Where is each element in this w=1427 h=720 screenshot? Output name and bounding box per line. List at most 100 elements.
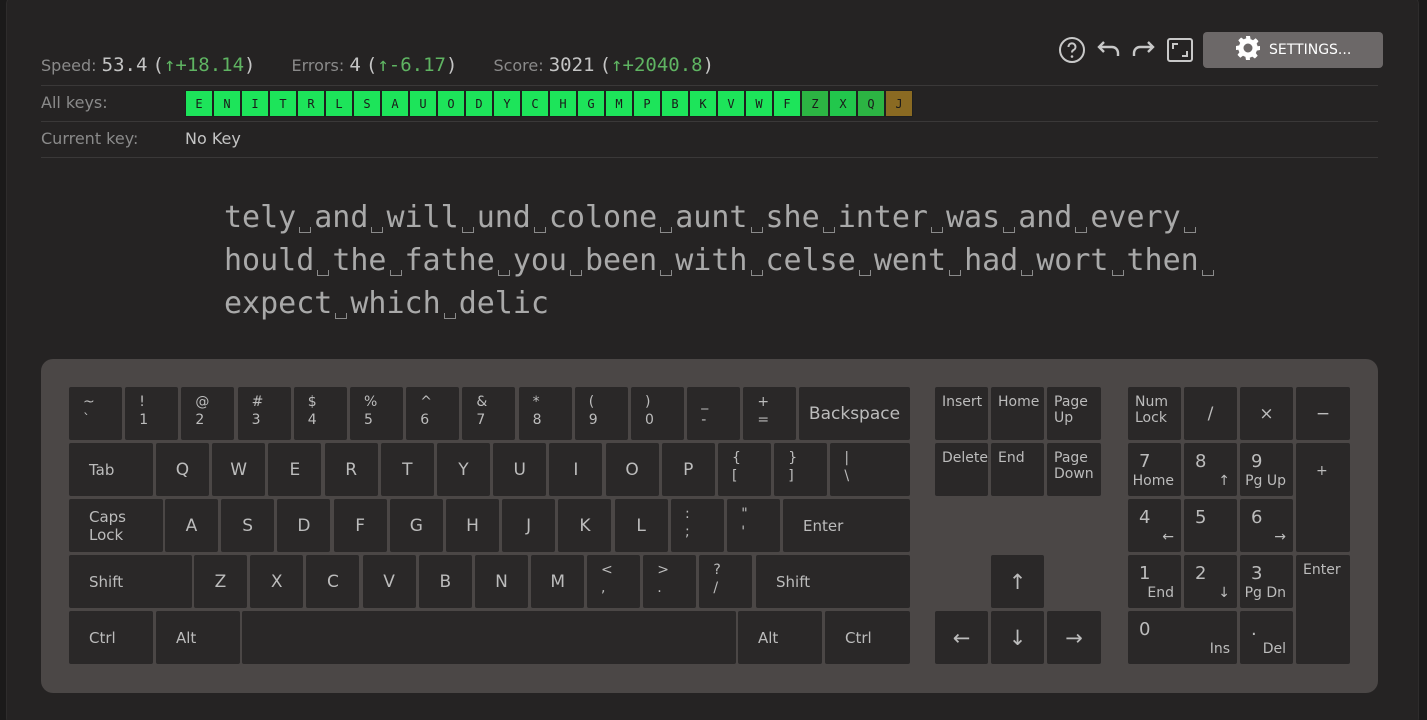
key-sym[interactable]: _ - xyxy=(687,387,741,440)
page-up-key[interactable]: Page Up xyxy=(1047,387,1101,440)
key-chip-r[interactable]: R xyxy=(297,90,325,117)
key-8[interactable]: * 8 xyxy=(518,387,572,440)
tab-key[interactable]: Tab xyxy=(69,443,153,496)
key-e[interactable]: E xyxy=(268,443,322,496)
key-chip-c[interactable]: C xyxy=(521,90,549,117)
arrow-right-key[interactable]: → xyxy=(1047,611,1101,664)
right-alt-key[interactable]: Alt xyxy=(738,611,822,664)
key-chip-e[interactable]: E xyxy=(185,90,213,117)
settings-button[interactable]: SETTINGS... xyxy=(1203,32,1383,68)
key-k[interactable]: K xyxy=(558,499,612,552)
numpad-enter-key[interactable]: Enter xyxy=(1296,555,1350,664)
left-shift-key[interactable]: Shift xyxy=(69,555,192,608)
arrow-up-key[interactable]: ↑ xyxy=(991,555,1044,608)
key-t[interactable]: T xyxy=(380,443,434,496)
key-sym-a1[interactable]: " ' xyxy=(727,499,781,552)
key-chip-w[interactable]: W xyxy=(745,90,773,117)
key-chip-q[interactable]: Q xyxy=(857,90,885,117)
numpad-k0-key[interactable]: 0 Ins xyxy=(1128,611,1237,664)
key-chip-k[interactable]: K xyxy=(689,90,717,117)
typing-text[interactable]: tely and will und colone aunt she inter was and ev… xyxy=(224,196,1224,325)
key-h[interactable]: H xyxy=(446,499,499,552)
key-chip-g[interactable]: G xyxy=(577,90,605,117)
key-chip-n[interactable]: N xyxy=(213,90,241,117)
fullscreen-icon[interactable] xyxy=(1165,35,1195,65)
key-chip-p[interactable]: P xyxy=(633,90,661,117)
key-l[interactable]: L xyxy=(614,499,668,552)
numpad-multiply-key[interactable]: × xyxy=(1240,387,1293,440)
key-1[interactable]: ! 1 xyxy=(125,387,179,440)
key-sym-a0[interactable]: :; xyxy=(671,499,724,552)
key-chip-b[interactable]: B xyxy=(661,90,689,117)
page-down-key[interactable]: Page Down xyxy=(1047,443,1101,496)
key-f[interactable]: F xyxy=(333,499,387,552)
numpad-divide-key[interactable]: / xyxy=(1184,387,1237,440)
key-x[interactable]: X xyxy=(250,555,304,608)
key-o[interactable]: O xyxy=(605,443,659,496)
key-i[interactable]: I xyxy=(549,443,603,496)
key-chip-i[interactable]: I xyxy=(241,90,269,117)
key-r[interactable]: R xyxy=(324,443,378,496)
key-s[interactable]: S xyxy=(221,499,275,552)
key-b[interactable]: B xyxy=(418,555,472,608)
caps-lock-key[interactable]: Caps Lock xyxy=(69,499,163,552)
enter-key[interactable]: Enter xyxy=(783,499,910,552)
key-chip-s[interactable]: S xyxy=(353,90,381,117)
redo-icon[interactable] xyxy=(1129,35,1159,65)
key-7[interactable]: & 7 xyxy=(462,387,516,440)
key-p[interactable]: P xyxy=(661,443,715,496)
key-chip-h[interactable]: H xyxy=(549,90,577,117)
key-sym[interactable]: ~ ` xyxy=(69,387,122,440)
insert-key[interactable]: Insert xyxy=(935,387,988,440)
numpad-k1-key[interactable]: 1 End xyxy=(1128,555,1181,608)
right-shift-key[interactable]: Shift xyxy=(756,555,910,608)
numpad-k5-key[interactable]: 5 xyxy=(1184,499,1237,552)
right-ctrl-key[interactable]: Ctrl xyxy=(825,611,910,664)
key-2[interactable]: @2 xyxy=(181,387,235,440)
space-key[interactable] xyxy=(242,611,736,664)
key-sym-0[interactable]: {[ xyxy=(718,443,771,496)
key-chip-t[interactable]: T xyxy=(269,90,297,117)
key-j[interactable]: J xyxy=(502,499,556,552)
key-chip-u[interactable]: U xyxy=(409,90,437,117)
key-w[interactable]: W xyxy=(212,443,266,496)
key-9[interactable]: (9 xyxy=(574,387,628,440)
left-alt-key[interactable]: Alt xyxy=(156,611,240,664)
key-chip-x[interactable]: X xyxy=(829,90,857,117)
key-sym-1[interactable]: }] xyxy=(774,443,828,496)
numpad-k2-key[interactable]: 2 ↓ xyxy=(1184,555,1237,608)
key-g[interactable]: G xyxy=(389,499,443,552)
key-3[interactable]: #3 xyxy=(237,387,291,440)
numpad-k3-key[interactable]: 3 Pg Dn xyxy=(1240,555,1293,608)
key-sym[interactable]: + = xyxy=(743,387,797,440)
home-key[interactable]: Home xyxy=(991,387,1044,440)
key-a[interactable]: A xyxy=(165,499,218,552)
key-sym-z2[interactable]: ? / xyxy=(699,555,753,608)
key-c[interactable]: C xyxy=(306,555,360,608)
key-sym-z1[interactable]: >. xyxy=(643,555,697,608)
arrow-down-key[interactable]: ↓ xyxy=(991,611,1044,664)
numpad-minus-key[interactable]: − xyxy=(1296,387,1350,440)
numpad-k7-key[interactable]: 7 Home xyxy=(1128,443,1181,496)
key-chip-j[interactable]: J xyxy=(885,90,913,117)
key-chip-m[interactable]: M xyxy=(605,90,633,117)
key-m[interactable]: M xyxy=(531,555,585,608)
numpad-k9-key[interactable]: 9 Pg Up xyxy=(1240,443,1293,496)
backspace-key[interactable]: Backspace xyxy=(799,387,910,440)
left-ctrl-key[interactable]: Ctrl xyxy=(69,611,153,664)
key-4[interactable]: $4 xyxy=(293,387,347,440)
key-5[interactable]: % 5 xyxy=(350,387,403,440)
numpad-plus-key[interactable]: + xyxy=(1296,443,1350,552)
key-z[interactable]: Z xyxy=(194,555,247,608)
delete-key[interactable]: Delete xyxy=(935,443,988,496)
end-key[interactable]: End xyxy=(991,443,1044,496)
key-chip-f[interactable]: F xyxy=(773,90,801,117)
key-chip-l[interactable]: L xyxy=(325,90,353,117)
key-n[interactable]: N xyxy=(475,555,528,608)
numpad-k8-key[interactable]: 8 ↑ xyxy=(1184,443,1237,496)
undo-icon[interactable] xyxy=(1093,35,1123,65)
key-y[interactable]: Y xyxy=(437,443,490,496)
key-chip-y[interactable]: Y xyxy=(493,90,521,117)
key-6[interactable]: ^ 6 xyxy=(406,387,460,440)
key-v[interactable]: V xyxy=(362,555,416,608)
